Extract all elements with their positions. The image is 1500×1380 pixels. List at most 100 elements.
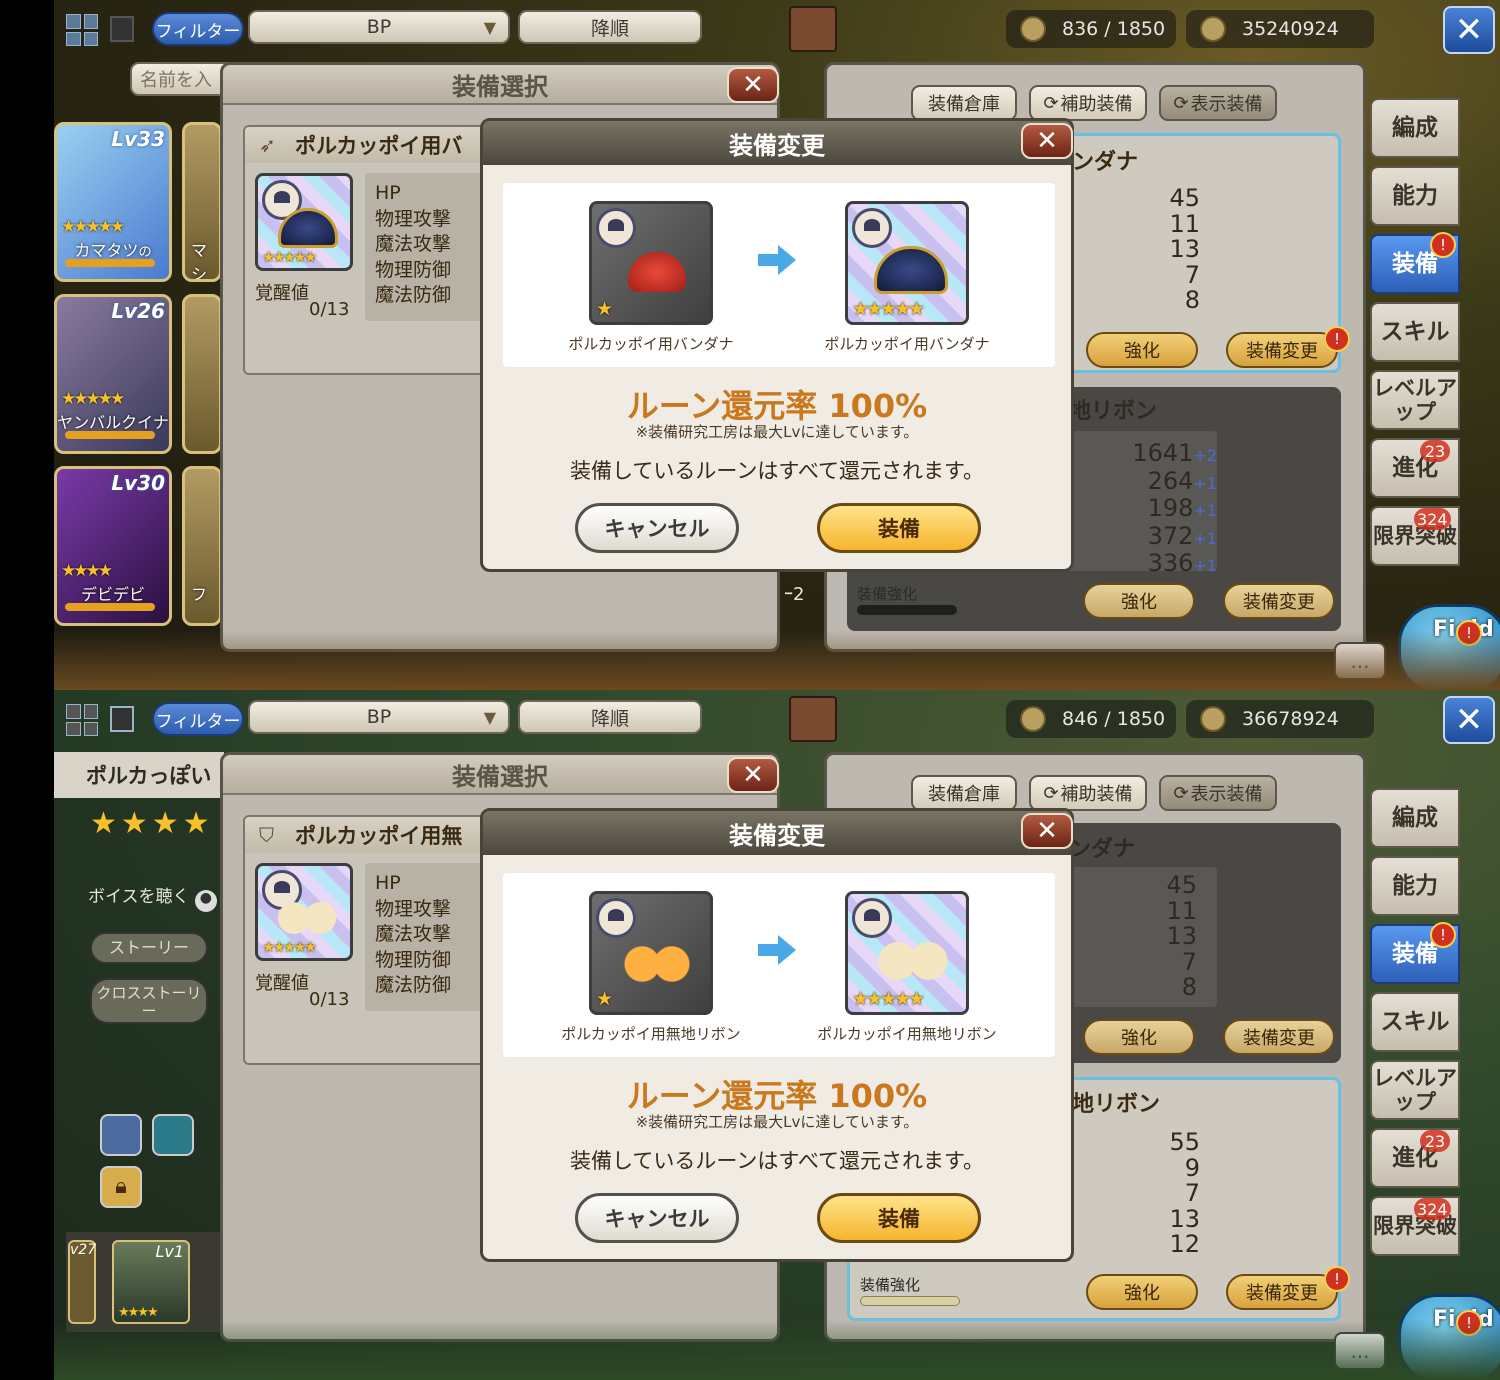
equip-button[interactable]: 装備 bbox=[817, 503, 981, 553]
lock-icon[interactable]: 🔒︎ bbox=[100, 1166, 142, 1208]
item-compare: ★ ★★★★★ ポルカッポイ用無地リボン ポルカッポイ用無地リボン bbox=[503, 873, 1055, 1057]
nav-formation[interactable]: 編成 bbox=[1370, 788, 1460, 848]
dialog-message: 装備しているルーンはすべて還元されます。 bbox=[570, 459, 984, 483]
tab-display-equip[interactable]: ⟳ 表示装備 bbox=[1159, 85, 1277, 121]
character-card[interactable]: Lv30 ★★★★ デビデビ bbox=[54, 466, 172, 626]
alert-icon: ! bbox=[1324, 1266, 1350, 1292]
rarity-stars: ★★★★★ bbox=[852, 298, 925, 320]
list-view-icon[interactable] bbox=[110, 16, 134, 42]
enhance-progress bbox=[860, 1296, 960, 1306]
filter-button[interactable]: フィルター bbox=[152, 702, 244, 736]
filter-button[interactable]: フィルター bbox=[152, 12, 244, 46]
story-button[interactable]: ストーリー bbox=[90, 932, 208, 964]
close-icon[interactable]: ✕ bbox=[727, 67, 779, 103]
nav-level-up[interactable]: レベルアップ bbox=[1370, 370, 1460, 430]
tab-display-equip[interactable]: ⟳ 表示装備 bbox=[1159, 775, 1277, 811]
list-view-icon[interactable] bbox=[110, 706, 134, 732]
change-equip-button[interactable]: 装備変更 bbox=[1226, 332, 1338, 368]
equip-thumbnail: ★★★★★ bbox=[255, 173, 353, 271]
alert-icon: ! bbox=[1456, 620, 1482, 646]
close-icon[interactable]: ✕ bbox=[1021, 123, 1073, 159]
enhance-button[interactable]: 強化 bbox=[1086, 1274, 1198, 1310]
weapon-icon: ➶ bbox=[259, 133, 276, 157]
stat-label: 魔法防御 bbox=[375, 284, 452, 306]
character-card[interactable]: Lv33 ★★★★★ カマタツの bbox=[54, 122, 172, 282]
character-name: ポルカっぽい bbox=[54, 752, 224, 798]
coin-value: 35240924 bbox=[1242, 18, 1339, 40]
slot-name: 地リボン bbox=[1069, 399, 1158, 424]
character-face-icon bbox=[596, 898, 636, 938]
change-equip-button[interactable]: 装備変更 bbox=[1226, 1274, 1338, 1310]
close-icon[interactable]: ✕ bbox=[727, 757, 779, 793]
awaken-value: 0/13 bbox=[309, 299, 350, 320]
stat-label: 物理防御 bbox=[375, 258, 452, 281]
nav-level-up[interactable]: レベルアップ bbox=[1370, 1060, 1460, 1120]
current-equip-thumbnail: ★ bbox=[589, 891, 713, 1015]
nav-skill[interactable]: スキル bbox=[1370, 992, 1460, 1052]
tab-support-equip[interactable]: ⟳ 補助装備 bbox=[1029, 85, 1147, 121]
screenshot-bottom: フィルター BP ▼ 降順 846 / 1850 36678924 ✕ ポルカっぽ… bbox=[54, 690, 1500, 1380]
character-card-partial[interactable]: マシ bbox=[182, 122, 222, 282]
order-button[interactable]: 降順 bbox=[518, 10, 702, 44]
chevron-down-icon: ▼ bbox=[483, 17, 496, 37]
stamina-display: 836 / 1850 bbox=[1006, 10, 1176, 48]
stat-label: 物理攻撃 bbox=[375, 897, 452, 920]
stat-labels: HP 物理攻撃 魔法攻撃 物理防御 魔法防御 bbox=[365, 863, 485, 1011]
close-icon[interactable]: ✕ bbox=[1443, 696, 1495, 744]
vest-icon[interactable] bbox=[100, 1114, 142, 1156]
field-button[interactable]: Field bbox=[1398, 604, 1500, 690]
cancel-button[interactable]: キャンセル bbox=[575, 503, 739, 553]
stat-labels: HP 物理攻撃 魔法攻撃 物理防御 魔法防御 bbox=[365, 173, 485, 321]
new-equip-name: ポルカッポイ用バンダナ bbox=[824, 335, 990, 353]
slot-name: 地リボン bbox=[1072, 1092, 1161, 1117]
character-card-partial[interactable]: フ bbox=[182, 466, 222, 626]
voice-label[interactable]: ボイスを聴く ● bbox=[88, 882, 217, 912]
character-info-panel: ポルカっぽい ★★★★ ボイスを聴く ● ストーリー クロスストーリー 🔒︎ v… bbox=[54, 752, 224, 1372]
slot-name: ンダナ bbox=[1072, 150, 1139, 175]
sort-select[interactable]: BP ▼ bbox=[248, 700, 510, 734]
chevron-down-icon: ▼ bbox=[483, 707, 496, 727]
nav-skill[interactable]: スキル bbox=[1370, 302, 1460, 362]
character-face-icon bbox=[596, 208, 636, 248]
character-card-partial[interactable] bbox=[182, 294, 222, 454]
alert-icon: ! bbox=[1430, 922, 1456, 948]
new-equip-thumbnail: ★★★★★ bbox=[845, 201, 969, 325]
cancel-button[interactable]: キャンセル bbox=[575, 1193, 739, 1243]
enhance-label: 装備強化 bbox=[857, 585, 918, 603]
chat-icon[interactable]: ... bbox=[1334, 642, 1386, 680]
character-face-icon bbox=[852, 208, 892, 248]
chat-icon[interactable]: ... bbox=[1334, 1332, 1386, 1370]
field-button[interactable]: Field bbox=[1398, 1294, 1500, 1380]
slot-stats: 45 11 13 7 8 bbox=[1169, 184, 1200, 314]
unit-card[interactable]: Lv1 ★★★★ bbox=[112, 1240, 190, 1324]
lv-partial: v27 bbox=[68, 1240, 96, 1324]
book-icon[interactable] bbox=[789, 696, 837, 742]
enhance-button[interactable]: 強化 bbox=[1083, 1019, 1195, 1055]
change-equip-button[interactable]: 装備変更 bbox=[1223, 583, 1335, 619]
character-card[interactable]: Lv26 ★★★★★ ヤンバルクイナ bbox=[54, 294, 172, 454]
nav-ability[interactable]: 能力 bbox=[1370, 856, 1460, 916]
equip-button[interactable]: 装備 bbox=[817, 1193, 981, 1243]
grid-view-icon[interactable] bbox=[66, 14, 98, 46]
slot-stats: 55 9 7 13 12 bbox=[1169, 1128, 1200, 1258]
cross-story-button[interactable]: クロスストーリー bbox=[90, 978, 208, 1024]
book-icon[interactable] bbox=[789, 6, 837, 52]
rate-note: ※装備研究工房は最大Lvに達しています。 bbox=[635, 1113, 919, 1131]
coin-icon bbox=[1200, 16, 1226, 42]
order-button[interactable]: 降順 bbox=[518, 700, 702, 734]
gem-icon[interactable] bbox=[152, 1114, 194, 1156]
grid-view-icon[interactable] bbox=[66, 704, 98, 736]
tab-support-equip[interactable]: ⟳ 補助装備 bbox=[1029, 775, 1147, 811]
sort-select[interactable]: BP ▼ bbox=[248, 10, 510, 44]
nav-formation[interactable]: 編成 bbox=[1370, 98, 1460, 158]
enhance-button[interactable]: 強化 bbox=[1083, 583, 1195, 619]
tab-equip-storage[interactable]: 装備倉庫 bbox=[911, 85, 1017, 121]
nav-ability[interactable]: 能力 bbox=[1370, 166, 1460, 226]
change-equip-button[interactable]: 装備変更 bbox=[1223, 1019, 1335, 1055]
close-icon[interactable]: ✕ bbox=[1443, 6, 1495, 54]
coin-display: 35240924 bbox=[1186, 10, 1374, 48]
rarity-stars: ★★★★ bbox=[61, 561, 113, 581]
close-icon[interactable]: ✕ bbox=[1021, 813, 1073, 849]
enhance-button[interactable]: 強化 bbox=[1086, 332, 1198, 368]
tab-equip-storage[interactable]: 装備倉庫 bbox=[911, 775, 1017, 811]
